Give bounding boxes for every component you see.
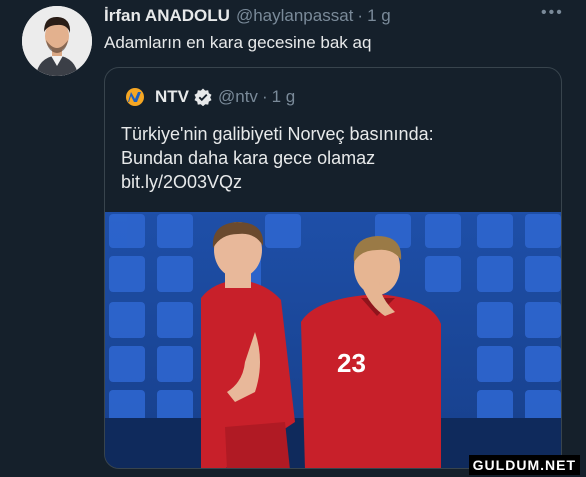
quoted-tweet-card[interactable]: NTV @ntv · 1 g Türkiye'nin galibiyeti No…: [104, 67, 562, 469]
separator-dot: ·: [261, 87, 268, 106]
tweet-text: Adamların en kara gecesine bak aq: [104, 33, 372, 52]
quote-time[interactable]: 1 g: [272, 86, 296, 108]
quote-photo[interactable]: 23: [105, 212, 561, 468]
quote-header: NTV @ntv · 1 g: [123, 86, 295, 108]
author-handle[interactable]: @haylanpassat: [236, 6, 353, 25]
quote-text-line-1: Türkiye'nin galibiyeti Norveç basınında:: [121, 124, 434, 144]
author-avatar[interactable]: [22, 6, 92, 76]
ntv-logo-icon[interactable]: [123, 87, 147, 107]
author-name[interactable]: İrfan ANADOLU: [104, 6, 230, 25]
verified-badge-icon: [194, 88, 212, 107]
tweet-time[interactable]: 1 g: [367, 6, 391, 25]
quote-text: Türkiye'nin galibiyeti Norveç basınında:…: [121, 122, 541, 194]
quote-handle[interactable]: @ntv: [218, 86, 258, 108]
separator-dot: ·: [357, 6, 364, 25]
watermark: GULDUM.NET: [468, 455, 580, 475]
quote-author-name[interactable]: NTV: [155, 86, 189, 108]
jersey-number: 23: [337, 348, 366, 378]
more-icon[interactable]: •••: [541, 4, 564, 22]
quote-text-line-2: Bundan daha kara gece olamaz: [121, 148, 376, 168]
tweet-header: İrfan ANADOLU @haylanpassat · 1 g: [104, 6, 391, 26]
quote-link[interactable]: bit.ly/2O03VQz: [121, 170, 541, 194]
